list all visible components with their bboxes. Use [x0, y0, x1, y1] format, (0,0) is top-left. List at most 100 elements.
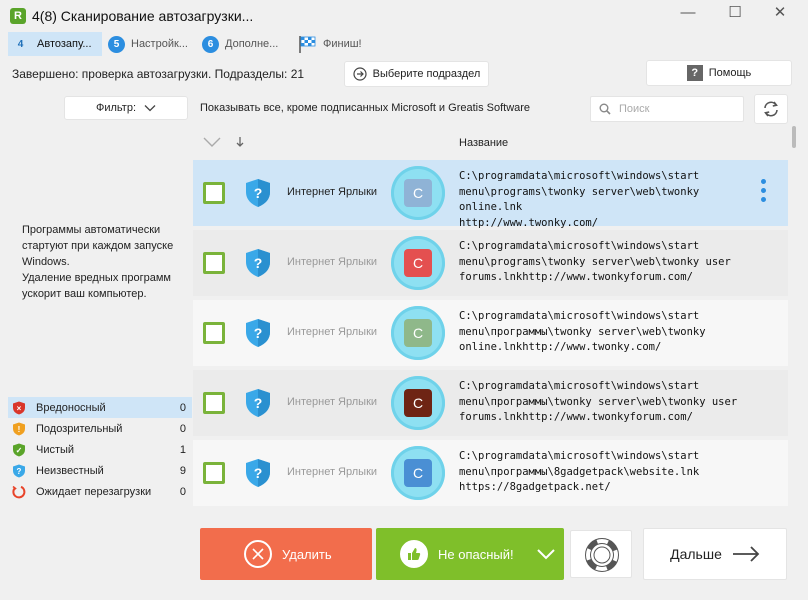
close-button[interactable]: ✕: [760, 2, 800, 28]
list-item[interactable]: ? Интернет Ярлыки C C:\programdata\micro…: [193, 370, 788, 436]
info-line: Windows.: [22, 256, 70, 268]
row-path: C:\programdata\microsoft\windows\start m…: [459, 309, 749, 356]
support-button[interactable]: [570, 530, 632, 578]
delete-x-icon: [244, 540, 272, 568]
legend-count: 0: [179, 401, 186, 414]
svg-text:?: ?: [254, 325, 263, 341]
svg-text:?: ?: [254, 185, 263, 201]
title-bar: R 4(8) Сканирование автозагрузки... — ☐ …: [0, 0, 808, 32]
step-settings[interactable]: 5 Настройк...: [108, 32, 198, 56]
info-line: Удаление вредных программ: [22, 272, 171, 284]
path-line: https://8gadgetpack.net/: [459, 481, 611, 493]
legend-item[interactable]: ! Подозрительный 0: [8, 418, 192, 439]
app-logo: R: [10, 8, 26, 24]
svg-text:?: ?: [254, 395, 263, 411]
app-icon-square: C: [404, 179, 432, 207]
reboot-icon: [12, 485, 26, 498]
path-line: online.lnkhttp://www.twonky.com/: [459, 341, 662, 353]
legend-item[interactable]: ✓ Чистый 1: [8, 439, 192, 460]
row-category: Интернет Ярлыки: [287, 186, 378, 198]
filter-dropdown[interactable]: Фильтр:: [64, 96, 188, 120]
scrollbar[interactable]: [792, 126, 796, 148]
app-icon-square: C: [404, 249, 432, 277]
row-checkbox[interactable]: [203, 322, 225, 344]
path-line: C:\programdata\microsoft\windows\start: [459, 450, 700, 462]
row-checkbox[interactable]: [203, 252, 225, 274]
path-line: menu\programs\twonky server\web\twonky o…: [459, 185, 700, 214]
unknown-shield-icon: ?: [246, 179, 270, 207]
arrow-right-icon: [732, 546, 760, 562]
step-label: Автозапу...: [37, 38, 92, 50]
help-button[interactable]: ? Помощь: [646, 60, 792, 86]
legend-label: Ожидает перезагрузки: [36, 485, 152, 498]
row-category: Интернет Ярлыки: [287, 326, 378, 338]
select-section-label: Выберите подраздел: [372, 68, 481, 80]
question-icon: ?: [686, 65, 703, 81]
unknown-shield-icon: ?: [13, 464, 25, 477]
row-path: C:\programdata\microsoft\windows\start m…: [459, 169, 749, 231]
sort-arrow-icon[interactable]: [235, 136, 245, 148]
legend-item[interactable]: ? Неизвестный 9: [8, 460, 192, 481]
list-item[interactable]: ? Интернет Ярлыки C C:\programdata\micro…: [193, 300, 788, 366]
row-path: C:\programdata\microsoft\windows\start m…: [459, 239, 749, 286]
list-item[interactable]: ? Интернет Ярлыки C C:\programdata\micro…: [193, 440, 788, 506]
svg-text:×: ×: [17, 404, 22, 413]
column-header-name[interactable]: Название: [459, 137, 508, 149]
step-number: 6: [202, 35, 219, 53]
row-checkbox[interactable]: [203, 392, 225, 414]
svg-text:✓: ✓: [16, 446, 23, 455]
step-finish[interactable]: Финиш!: [297, 32, 377, 56]
step-label: Финиш!: [323, 38, 362, 50]
refresh-button[interactable]: [754, 94, 788, 124]
app-icon-square: C: [404, 319, 432, 347]
lifebuoy-icon: [585, 538, 619, 572]
select-all-chevron-icon[interactable]: [202, 136, 222, 148]
step-number: 4: [17, 38, 24, 50]
path-line: C:\programdata\microsoft\windows\start: [459, 170, 700, 182]
step-additional[interactable]: 6 Дополне...: [202, 32, 292, 56]
app-icon: C: [391, 166, 445, 220]
info-line: Программы автоматически: [22, 224, 161, 236]
path-line: C:\programdata\microsoft\windows\start: [459, 310, 700, 322]
info-line: ускорит ваш компьютер.: [22, 288, 147, 300]
legend-item[interactable]: Ожидает перезагрузки 0: [8, 481, 192, 502]
step-autorun[interactable]: 4 Автозапу...: [8, 32, 102, 56]
delete-button[interactable]: Удалить: [200, 528, 372, 580]
row-category: Интернет Ярлыки: [287, 466, 378, 478]
chevron-down-icon[interactable]: [536, 548, 556, 560]
app-icon-square: C: [404, 459, 432, 487]
legend-item[interactable]: × Вредоносный 0: [8, 397, 192, 418]
step-label: Настройк...: [131, 38, 188, 50]
list-item[interactable]: ? Интернет Ярлыки C C:\programdata\micro…: [193, 160, 788, 229]
thumbs-up-icon: [400, 540, 428, 568]
status-legend: × Вредоносный 0! Подозрительный 0 ✓ Чистый 1? Не…: [8, 397, 192, 502]
step-number: 5: [108, 35, 125, 53]
info-line: стартуют при каждом запуске: [22, 240, 174, 252]
legend-count: 0: [179, 485, 186, 498]
unknown-shield-icon: ?: [246, 459, 270, 487]
next-label: Дальше: [670, 546, 722, 562]
row-menu-icon[interactable]: [761, 179, 767, 206]
select-section-button[interactable]: Выберите подраздел: [344, 61, 489, 87]
malicious-shield-icon: ×: [13, 401, 25, 414]
row-category: Интернет Ярлыки: [287, 396, 378, 408]
row-checkbox[interactable]: [203, 182, 225, 204]
checkered-flag-icon: [299, 36, 316, 53]
filter-label: Фильтр:: [95, 102, 136, 114]
row-path: C:\programdata\microsoft\windows\start m…: [459, 379, 749, 426]
step-label: Дополне...: [225, 38, 279, 50]
search-box[interactable]: Поиск: [590, 96, 744, 122]
legend-count: 1: [179, 443, 186, 456]
search-input[interactable]: Поиск: [619, 103, 649, 115]
refresh-icon: [764, 101, 778, 117]
app-icon-square: C: [404, 389, 432, 417]
suspicious-shield-icon: !: [13, 422, 25, 435]
maximize-button[interactable]: ☐: [715, 2, 755, 28]
next-button[interactable]: Дальше: [643, 528, 787, 580]
path-line: C:\programdata\microsoft\windows\start: [459, 240, 700, 252]
row-category: Интернет Ярлыки: [287, 256, 378, 268]
list-item[interactable]: ? Интернет Ярлыки C C:\programdata\micro…: [193, 230, 788, 296]
not-dangerous-button[interactable]: Не опасный!: [376, 528, 564, 580]
row-checkbox[interactable]: [203, 462, 225, 484]
minimize-button[interactable]: —: [668, 2, 708, 28]
